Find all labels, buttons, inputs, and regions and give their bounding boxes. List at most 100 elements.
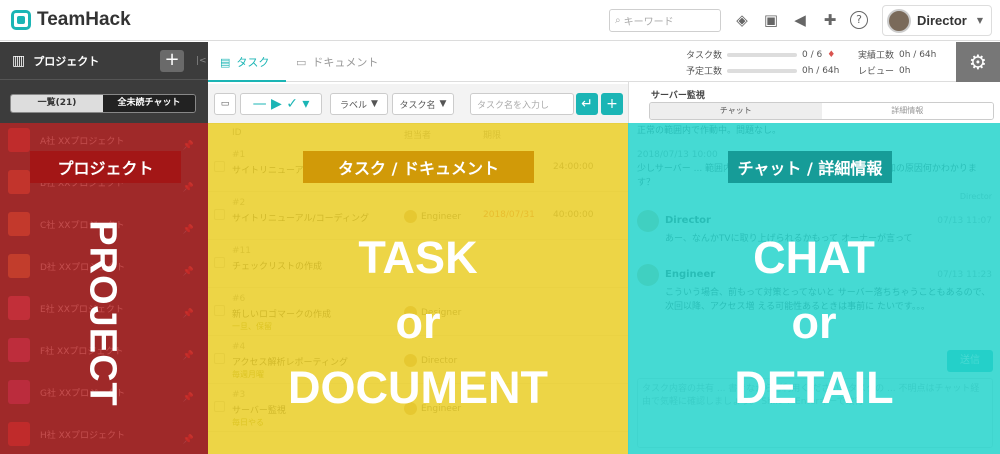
document-icon: ▤	[220, 55, 231, 69]
planned-value: 0h / 64h	[802, 65, 840, 76]
task-action-group[interactable]: — ▶ ✓ ▾	[240, 93, 322, 115]
project-name: A社 XXプロジェクト	[40, 136, 125, 147]
task-column-header: ID 担当者 期限	[208, 124, 628, 144]
chevron-down-icon: ▼	[976, 16, 983, 25]
collapse-sidebar-icon[interactable]: |<	[196, 56, 207, 66]
review-label: レビュー	[858, 67, 895, 77]
project-color-icon	[8, 254, 30, 278]
task-count-label: タスク数	[686, 51, 723, 61]
message-author: Director	[665, 215, 711, 226]
book-icon: ▭	[296, 55, 307, 69]
project-color-icon	[8, 338, 30, 362]
detail-tabs: チャット 詳細情報	[649, 102, 994, 120]
search-input[interactable]: ⌕ キーワード	[609, 9, 721, 32]
assignee-name: Engineer	[421, 211, 462, 222]
tab-task-label: タスク	[236, 56, 270, 69]
actual-label: 実績工数	[858, 51, 895, 61]
pin-icon[interactable]: 📌	[183, 183, 194, 193]
top-bar: TeamHack ⌕ キーワード ◈ ▣ ◀ ✚ ? Director ▼	[0, 0, 1000, 41]
user-menu[interactable]: Director ▼	[882, 5, 992, 36]
search-placeholder: キーワード	[623, 17, 674, 28]
user-name: Director	[917, 13, 967, 28]
task-time: 24:00:00	[553, 162, 594, 172]
review-stat: レビュー 0h	[858, 64, 911, 78]
chat-or-text: or	[791, 297, 837, 348]
task-assignee: Engineer	[404, 210, 461, 223]
tab-unread-chat[interactable]: 全未読チャット	[103, 95, 195, 112]
task-due: 2018/07/31	[483, 210, 535, 220]
col-due[interactable]: 期限	[483, 128, 501, 141]
megaphone-icon[interactable]: ◀	[791, 11, 809, 29]
project-color-icon	[8, 212, 30, 236]
help-icon[interactable]: ?	[850, 11, 868, 29]
pin-icon[interactable]: 📌	[183, 141, 194, 151]
active-tab-indicator	[208, 80, 286, 82]
col-id[interactable]: ID	[232, 128, 242, 138]
task-name: サイトリニューアル/コーディング	[232, 214, 369, 224]
planned-stat: 予定工数 0h / 64h	[686, 64, 840, 78]
contact-card-icon[interactable]: ▣	[762, 11, 780, 29]
message-to: Director	[959, 192, 992, 201]
app-logo[interactable]: TeamHack	[11, 9, 131, 31]
tab-project-list[interactable]: 一覧(21)	[11, 95, 103, 112]
gear-icon[interactable]: ⚙	[956, 42, 1000, 82]
task-big-text: TASK	[358, 232, 478, 283]
pin-icon[interactable]: 📌	[183, 267, 194, 277]
task-checkbox[interactable]	[214, 209, 225, 220]
add-project-button[interactable]: +	[160, 50, 184, 72]
project-overlay-label: プロジェクト	[30, 151, 181, 183]
project-color-icon	[8, 422, 30, 446]
tab-chat[interactable]: チャット	[650, 103, 822, 119]
task-or-text: or	[395, 297, 441, 348]
label-filter[interactable]: ラベル ▼	[330, 93, 388, 115]
col-assignee[interactable]: 担当者	[404, 128, 431, 141]
task-count-value: 0 / 6	[802, 49, 823, 60]
add-user-icon[interactable]: ✚	[821, 11, 839, 29]
tab-task[interactable]: ▤ タスク	[220, 54, 269, 70]
pin-icon[interactable]: 📌	[183, 225, 194, 235]
sidebar-title: プロジェクト	[33, 54, 100, 68]
avatar	[404, 210, 417, 223]
pin-icon[interactable]: 📌	[183, 393, 194, 403]
message-time: 07/13 11:07	[937, 216, 992, 226]
teamhack-logo-icon	[11, 10, 31, 30]
actual-value: 0h / 64h	[899, 49, 937, 60]
chevron-down-icon: ▼	[439, 99, 447, 109]
tab-detail[interactable]: 詳細情報	[821, 103, 993, 119]
chat-big-text: CHAT	[753, 232, 875, 283]
project-big-text: PROJECT	[62, 208, 142, 418]
label-filter-text: ラベル	[340, 100, 368, 111]
sidebar-project-item[interactable]: H社 XXプロジェクト 📌	[8, 419, 198, 449]
app-name: TeamHack	[37, 9, 131, 30]
actual-stat: 実績工数 0h / 64h	[858, 48, 937, 62]
pin-icon[interactable]: 📌	[183, 435, 194, 445]
project-color-icon	[8, 128, 30, 152]
project-big-word: PROJECT	[81, 219, 124, 407]
task-checkbox[interactable]	[214, 353, 225, 364]
project-color-icon	[8, 170, 30, 194]
enter-icon[interactable]: ↵	[576, 93, 598, 115]
panel-title: サーバー監視	[651, 91, 705, 101]
detail-big-text: DETAIL	[734, 362, 894, 413]
chat-icon[interactable]: ▭	[214, 93, 236, 115]
layers-icon[interactable]: ◈	[733, 11, 751, 29]
tab-document[interactable]: ▭ ドキュメント	[296, 54, 378, 70]
task-name-sort[interactable]: タスク名 ▼	[392, 93, 454, 115]
pin-icon[interactable]: 📌	[183, 351, 194, 361]
message-body: 正常の範囲内で作動中。問題なし。	[637, 126, 782, 136]
add-task-button[interactable]: +	[601, 93, 623, 115]
document-big-text: DOCUMENT	[288, 362, 548, 413]
sidebar-panel-icon: ▥	[12, 52, 26, 69]
planned-bar	[727, 68, 798, 73]
avatar	[887, 8, 911, 33]
chat-message: 正常の範囲内で作動中。問題なし。	[637, 124, 992, 138]
task-toolbar: ▭ — ▶ ✓ ▾ ラベル ▼ タスク名 ▼ タスク名を入力し ↵ +	[208, 84, 628, 124]
new-task-input[interactable]: タスク名を入力し	[470, 93, 574, 115]
pin-icon[interactable]: 📌	[183, 309, 194, 319]
task-time: 40:00:00	[553, 210, 594, 220]
task-count-stat: タスク数 0 / 6 ♦	[686, 48, 835, 62]
review-value: 0h	[899, 65, 911, 76]
task-id: #1	[232, 150, 246, 160]
main-tabs: ▤ タスク ▭ ドキュメント	[208, 42, 628, 82]
task-checkbox[interactable]	[214, 161, 225, 172]
